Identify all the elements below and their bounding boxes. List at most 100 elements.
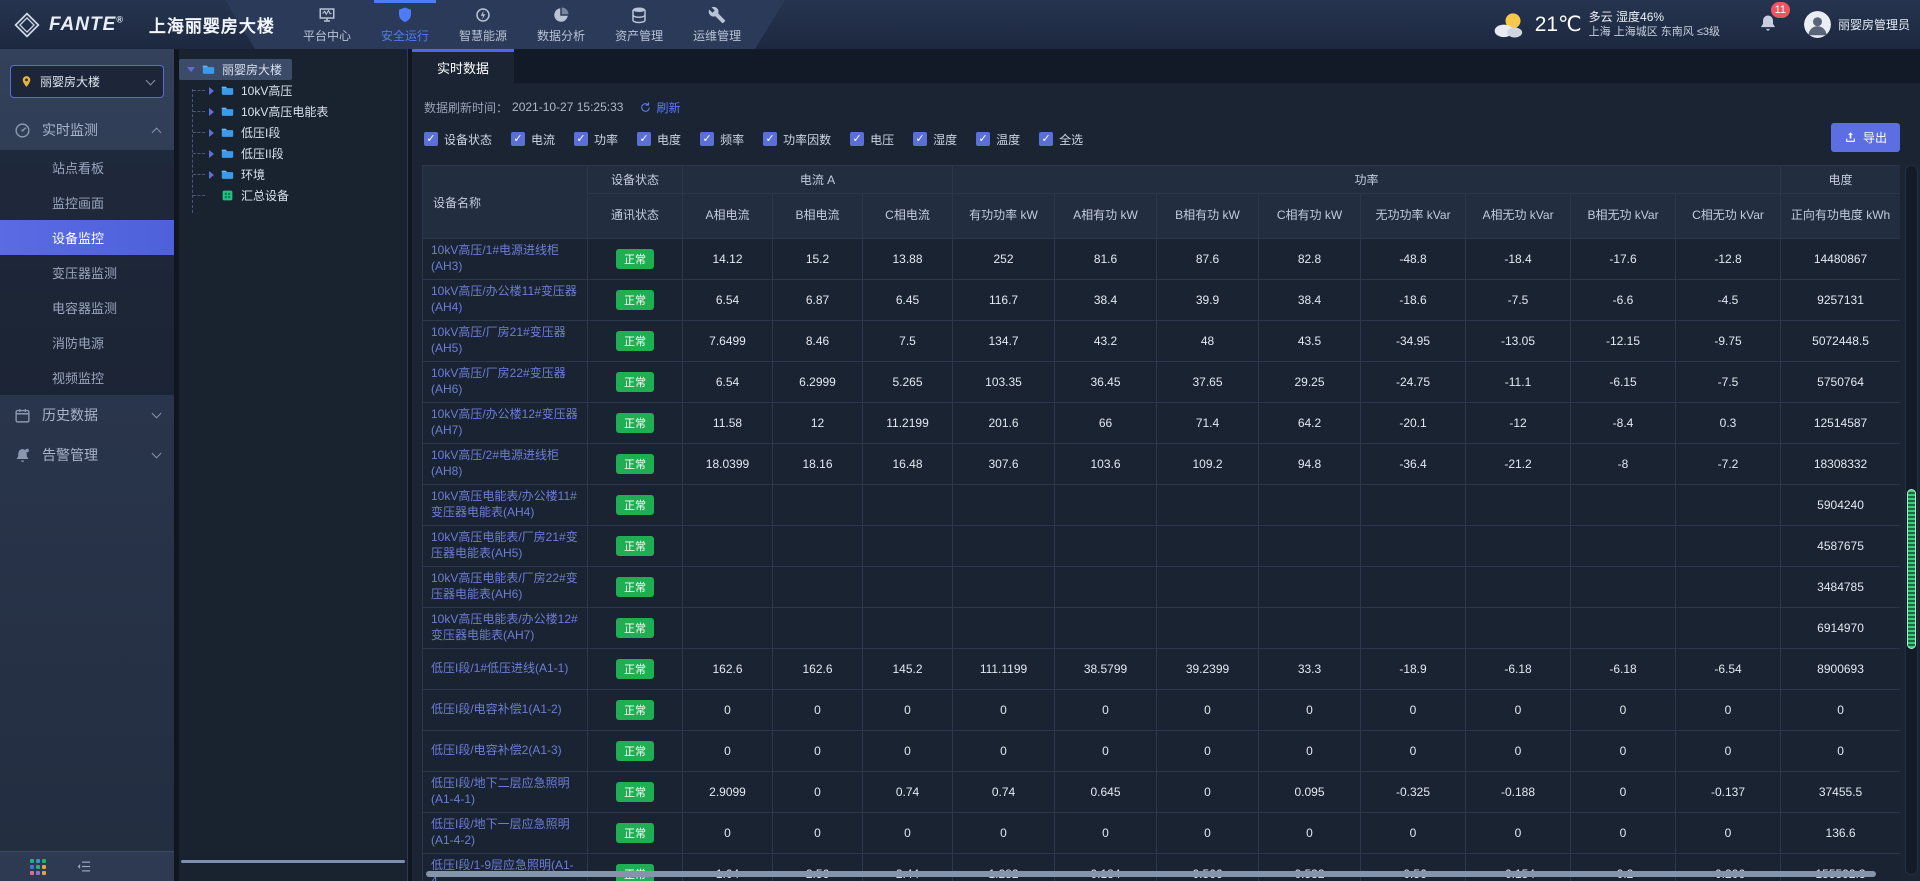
checkbox-checked-icon[interactable]: ✓	[424, 132, 438, 146]
sidebar-item[interactable]: 电容器监测	[0, 290, 174, 325]
device-link[interactable]: 10kV高压/厂房21#变压器(AH5)	[431, 325, 566, 355]
checkbox-checked-icon[interactable]: ✓	[637, 132, 651, 146]
sidebar-group-header[interactable]: 告警管理	[0, 435, 174, 475]
value-cell	[1361, 608, 1466, 649]
chevron-icon	[152, 449, 162, 459]
tree-item[interactable]: 低压I段	[179, 122, 290, 143]
user-menu[interactable]: 丽婴房管理员	[1804, 11, 1910, 38]
checkbox-checked-icon[interactable]: ✓	[976, 132, 990, 146]
value-cell: 8900693	[1781, 649, 1900, 690]
analytics-icon	[552, 6, 570, 24]
value-cell	[1676, 485, 1781, 526]
filter-checkbox[interactable]: ✓ 全选	[1039, 131, 1083, 148]
device-link[interactable]: 10kV高压电能表/厂房22#变压器电能表(AH6)	[431, 571, 578, 601]
checkbox-checked-icon[interactable]: ✓	[511, 132, 525, 146]
value-cell: 0	[1157, 731, 1259, 772]
tree-item[interactable]: 丽婴房大楼	[179, 59, 292, 80]
tree-item[interactable]: 环境	[179, 164, 275, 185]
filter-checkbox[interactable]: ✓ 功率因数	[763, 131, 831, 148]
device-tree-panel: 丽婴房大楼 10kV高压 10kV高压电能表 低压I段	[179, 49, 408, 881]
value-cell: 162.6	[773, 649, 863, 690]
sidebar-item[interactable]: 设备监控	[0, 220, 174, 255]
filter-checkbox[interactable]: ✓ 电压	[850, 131, 894, 148]
tree-expand-arrow[interactable]	[187, 67, 195, 72]
device-link[interactable]: 10kV高压电能表/办公楼12#变压器电能表(AH7)	[431, 612, 578, 642]
filter-checkbox[interactable]: ✓ 功率	[574, 131, 618, 148]
device-link[interactable]: 低压I段/电容补偿1(A1-2)	[431, 702, 562, 716]
filter-checkbox[interactable]: ✓ 频率	[700, 131, 744, 148]
checkbox-checked-icon[interactable]: ✓	[700, 132, 714, 146]
device-link[interactable]: 10kV高压电能表/办公楼11#变压器电能表(AH4)	[431, 489, 577, 519]
sidebar-group-header[interactable]: 实时监测	[0, 110, 174, 150]
filter-checkbox[interactable]: ✓ 设备状态	[424, 131, 492, 148]
tree-item[interactable]: 10kV高压电能表	[179, 101, 338, 122]
device-link[interactable]: 低压I段/1#低压进线(A1-1)	[431, 661, 568, 675]
device-status-cell: 正常	[588, 772, 683, 813]
filter-checkbox[interactable]: ✓ 温度	[976, 131, 1020, 148]
device-link[interactable]: 10kV高压/办公楼12#变压器(AH7)	[431, 407, 578, 437]
refresh-button[interactable]: 刷新	[639, 99, 680, 116]
value-cell	[1571, 608, 1676, 649]
tab-realtime-data[interactable]: 实时数据	[412, 49, 514, 83]
apps-grid-icon[interactable]	[30, 859, 46, 875]
tree-item[interactable]: 汇总设备	[179, 185, 299, 206]
tree-item[interactable]: 低压II段	[179, 143, 294, 164]
checkbox-checked-icon[interactable]: ✓	[1039, 132, 1053, 146]
tree-expand-arrow[interactable]	[209, 129, 214, 137]
value-cell	[863, 526, 953, 567]
top-nav-item[interactable]: 运维管理	[690, 0, 744, 49]
device-name-cell: 10kV高压/1#电源进线柜(AH3)	[423, 239, 588, 280]
column-group-header: 功率	[953, 166, 1781, 194]
checkbox-checked-icon[interactable]: ✓	[763, 132, 777, 146]
top-nav-item[interactable]: 资产管理	[612, 0, 666, 49]
vertical-scrollbar-thumb[interactable]	[1907, 489, 1916, 649]
checkbox-checked-icon[interactable]: ✓	[913, 132, 927, 146]
sidebar-item[interactable]: 站点看板	[0, 150, 174, 185]
filter-checkbox[interactable]: ✓ 电流	[511, 131, 555, 148]
device-link[interactable]: 10kV高压电能表/厂房21#变压器电能表(AH5)	[431, 530, 578, 560]
horizontal-scrollbar-thumb[interactable]	[426, 871, 1876, 877]
tree-item[interactable]: 10kV高压	[179, 80, 302, 101]
device-link[interactable]: 低压I段/地下一层应急照明(A1-4-2)	[431, 817, 570, 847]
export-button[interactable]: 导出	[1831, 123, 1900, 152]
site-selector-dropdown[interactable]: 丽婴房大楼	[10, 65, 164, 98]
table-row: 10kV高压/办公楼11#变压器(AH4) 正常 6.54 6.87 6.45 …	[423, 280, 1901, 321]
device-link[interactable]: 10kV高压/办公楼11#变压器(AH4)	[431, 284, 577, 314]
checkbox-checked-icon[interactable]: ✓	[850, 132, 864, 146]
value-cell: -7.5	[1676, 362, 1781, 403]
tree-scrollbar[interactable]	[181, 860, 405, 863]
sidebar-group-header[interactable]: 历史数据	[0, 395, 174, 435]
notifications-button[interactable]: 11	[1758, 12, 1778, 37]
device-link[interactable]: 10kV高压/1#电源进线柜(AH3)	[431, 243, 559, 273]
top-nav-item[interactable]: 数据分析	[534, 0, 588, 49]
filter-checkbox[interactable]: ✓ 电度	[637, 131, 681, 148]
tree-expand-arrow[interactable]	[209, 171, 214, 179]
collapse-menu-icon[interactable]	[76, 859, 93, 874]
value-cell: 0	[1055, 690, 1157, 731]
value-cell: 0	[1055, 813, 1157, 854]
device-link[interactable]: 10kV高压/厂房22#变压器(AH6)	[431, 366, 566, 396]
top-nav-label: 平台中心	[303, 27, 351, 44]
vertical-scrollbar[interactable]	[1905, 165, 1918, 875]
sidebar-item[interactable]: 监控画面	[0, 185, 174, 220]
device-link[interactable]: 10kV高压/2#电源进线柜(AH8)	[431, 448, 559, 478]
top-nav-item[interactable]: 平台中心	[300, 0, 354, 49]
tree-expand-arrow[interactable]	[209, 150, 214, 158]
value-cell	[1259, 485, 1361, 526]
tree-expand-arrow[interactable]	[209, 87, 214, 95]
sidebar-item[interactable]: 变压器监测	[0, 255, 174, 290]
checkbox-checked-icon[interactable]: ✓	[574, 132, 588, 146]
sidebar-item[interactable]: 视频监控	[0, 360, 174, 395]
tree-expand-arrow[interactable]	[209, 108, 214, 116]
device-link[interactable]: 低压I段/地下二层应急照明(A1-4-1)	[431, 776, 570, 806]
value-cell: 103.35	[953, 362, 1055, 403]
top-nav-item[interactable]: 智慧能源	[456, 0, 510, 49]
device-link[interactable]: 低压I段/1-9层应急照明(A1-4-	[431, 858, 574, 881]
top-nav-item[interactable]: 安全运行	[378, 0, 432, 49]
sidebar-item[interactable]: 消防电源	[0, 325, 174, 360]
value-cell	[863, 567, 953, 608]
device-link[interactable]: 低压I段/电容补偿2(A1-3)	[431, 743, 562, 757]
value-cell: 2.9099	[683, 772, 773, 813]
filter-checkbox[interactable]: ✓ 湿度	[913, 131, 957, 148]
value-cell: 39.9	[1157, 280, 1259, 321]
